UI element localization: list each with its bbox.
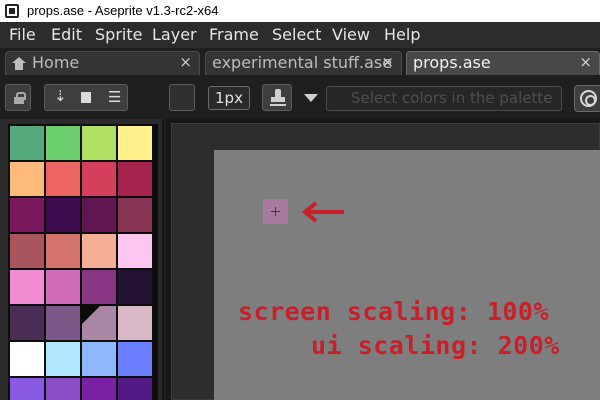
palette-swatch[interactable] — [10, 234, 44, 268]
menu-help[interactable]: Help — [384, 25, 420, 44]
palette-swatch[interactable] — [118, 234, 152, 268]
palette-swatch[interactable] — [118, 342, 152, 376]
palette-swatch[interactable] — [46, 342, 80, 376]
palette-swatch[interactable] — [10, 270, 44, 304]
palette-swatch[interactable] — [82, 126, 116, 160]
palette-swatch[interactable] — [10, 306, 44, 340]
arrow-left-icon — [301, 201, 344, 223]
brush-type-button[interactable] — [169, 84, 195, 111]
palette-swatch[interactable] — [82, 342, 116, 376]
quit-button[interactable] — [574, 85, 600, 112]
palette-swatch[interactable] — [46, 270, 80, 304]
palette-swatch[interactable] — [10, 378, 44, 400]
palette-swatch[interactable] — [118, 162, 152, 196]
palette-swatch[interactable] — [46, 306, 80, 340]
palette-swatch[interactable] — [46, 234, 80, 268]
stamp-icon — [270, 89, 286, 107]
lock-icon — [14, 92, 26, 104]
crosshair-icon — [271, 207, 280, 216]
arrow-down-icon[interactable]: ⇣ — [54, 87, 67, 105]
tab-bar: Home × experimental stuff.ase × props.as… — [0, 48, 600, 75]
close-icon[interactable]: × — [579, 53, 592, 71]
palette-swatch[interactable] — [82, 270, 116, 304]
title-bar: props.ase - Aseprite v1.3-rc2-x64 — [0, 0, 600, 22]
palette-swatch[interactable] — [118, 306, 152, 340]
annotation-ui-scaling: ui scaling: 200% — [311, 331, 560, 360]
menu-bar: File Edit Sprite Layer Frame Select View… — [0, 22, 600, 48]
chevron-down-icon[interactable] — [304, 94, 318, 102]
palette-grid — [8, 124, 158, 400]
tab-label: props.ase — [413, 53, 491, 72]
tab-experimental-stuff[interactable]: experimental stuff.ase × — [205, 51, 402, 75]
menu-file[interactable]: File — [9, 25, 36, 44]
palette-panel — [0, 119, 164, 400]
palette-swatch[interactable] — [82, 234, 116, 268]
tab-props[interactable]: props.ase × — [406, 51, 600, 75]
menu-icon[interactable]: ☰ — [108, 88, 121, 106]
palette-swatch[interactable] — [118, 378, 152, 400]
quit-icon — [580, 90, 597, 107]
palette-swatch[interactable] — [46, 378, 80, 400]
tab-home[interactable]: Home × — [5, 51, 200, 75]
context-bar: ⇣ ☰ 1px Select colors in the palette — [0, 75, 600, 119]
page-icon[interactable] — [81, 92, 91, 103]
palette-swatch[interactable] — [10, 198, 44, 232]
palette-search-field[interactable]: Select colors in the palette — [326, 86, 562, 111]
tab-label: experimental stuff.ase — [212, 53, 393, 72]
palette-swatch[interactable] — [46, 162, 80, 196]
palette-swatch[interactable] — [118, 126, 152, 160]
lock-button[interactable] — [5, 84, 31, 111]
menu-select[interactable]: Select — [272, 25, 321, 44]
menu-layer[interactable]: Layer — [152, 25, 197, 44]
palette-swatch[interactable] — [118, 270, 152, 304]
tab-label: Home — [32, 53, 80, 72]
layer-actions-group: ⇣ ☰ — [44, 84, 128, 111]
window-title: props.ase - Aseprite v1.3-rc2-x64 — [27, 3, 219, 18]
ink-type-button[interactable] — [262, 84, 292, 111]
brush-size-field[interactable]: 1px — [208, 86, 250, 110]
palette-swatch[interactable] — [118, 198, 152, 232]
palette-swatch[interactable] — [10, 342, 44, 376]
menu-frame[interactable]: Frame — [209, 25, 259, 44]
annotation-screen-scaling: screen scaling: 100% — [238, 297, 550, 326]
close-icon[interactable]: × — [381, 53, 394, 71]
close-icon[interactable]: × — [179, 53, 192, 71]
home-icon — [12, 57, 26, 70]
aseprite-app-icon — [5, 4, 19, 18]
palette-swatch[interactable] — [10, 126, 44, 160]
sprite-canvas[interactable]: screen scaling: 100% ui scaling: 200% — [214, 150, 600, 400]
palette-swatch[interactable] — [82, 306, 116, 340]
menu-edit[interactable]: Edit — [51, 25, 82, 44]
palette-swatch[interactable] — [82, 378, 116, 400]
menu-sprite[interactable]: Sprite — [95, 25, 142, 44]
palette-swatch[interactable] — [82, 198, 116, 232]
palette-swatch[interactable] — [82, 162, 116, 196]
palette-swatch[interactable] — [46, 198, 80, 232]
menu-view[interactable]: View — [332, 25, 370, 44]
palette-swatch[interactable] — [46, 126, 80, 160]
palette-swatch[interactable] — [10, 162, 44, 196]
